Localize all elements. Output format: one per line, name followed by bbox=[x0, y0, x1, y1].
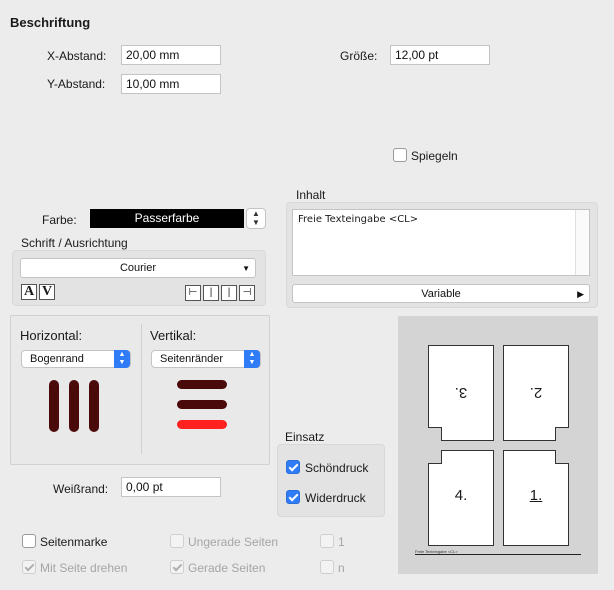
page-1-checkbox[interactable] bbox=[320, 534, 334, 548]
schoendruck-label: Schöndruck bbox=[305, 461, 369, 475]
horizontal-bar-right bbox=[89, 380, 99, 432]
horizontal-bar-left bbox=[49, 380, 59, 432]
chevron-down-icon: ▼ bbox=[252, 218, 260, 227]
page-fold-icon bbox=[428, 427, 442, 441]
farbe-swatch[interactable]: Passerfarbe bbox=[90, 209, 244, 228]
schrift-group-label: Schrift / Ausrichtung bbox=[21, 236, 128, 250]
scrollbar[interactable] bbox=[575, 210, 589, 275]
inhalt-text: Freie Texteingabe <CL> bbox=[298, 214, 419, 225]
vertikal-popup[interactable]: Seitenränder ▲ ▼ bbox=[151, 350, 261, 368]
ungerade-seiten-label: Ungerade Seiten bbox=[188, 535, 279, 549]
page-number: 1. bbox=[529, 487, 543, 504]
page-n-label: n bbox=[338, 561, 345, 575]
style-v-button[interactable]: V bbox=[39, 284, 55, 300]
y-abstand-field[interactable]: 10,00 mm bbox=[121, 74, 221, 94]
ungerade-seiten-checkbox[interactable] bbox=[170, 534, 184, 548]
vertikal-bar-top bbox=[177, 380, 227, 389]
gerade-seiten-checkbox[interactable] bbox=[170, 560, 184, 574]
page-number: 2. bbox=[529, 384, 543, 401]
divider bbox=[141, 324, 142, 454]
alignment-buttons: ⊢ | | ⊣ bbox=[185, 284, 257, 301]
vertikal-value: Seitenränder bbox=[160, 353, 223, 365]
align-center-left-icon[interactable]: | bbox=[203, 285, 219, 301]
align-left-icon[interactable]: ⊢ bbox=[185, 285, 201, 301]
chevron-updown-icon: ▲ ▼ bbox=[114, 350, 130, 368]
widerdruck-checkbox[interactable] bbox=[286, 490, 300, 504]
page-1-label: 1 bbox=[338, 535, 345, 549]
chevron-right-icon: ▶ bbox=[577, 289, 584, 299]
page-number: 3. bbox=[454, 384, 468, 401]
spiegeln-label: Spiegeln bbox=[411, 149, 458, 163]
chevron-up-icon: ▲ bbox=[252, 209, 260, 218]
horizontal-popup[interactable]: Bogenrand ▲ ▼ bbox=[21, 350, 131, 368]
farbe-stepper[interactable]: ▲ ▼ bbox=[246, 208, 266, 229]
groesse-label: Größe: bbox=[340, 49, 378, 63]
weissrand-label: Weißrand: bbox=[53, 482, 109, 496]
font-value: Courier bbox=[119, 262, 157, 274]
preview-panel: 3. 2. 4. 1. Freie Texteingabe <CL> bbox=[398, 316, 598, 574]
align-center-right-icon[interactable]: | bbox=[221, 285, 237, 301]
page-number: 4. bbox=[454, 487, 468, 504]
einsatz-group: Schöndruck Widerdruck bbox=[277, 444, 385, 517]
preview-page-2: 2. bbox=[503, 345, 569, 441]
gerade-seiten-label: Gerade Seiten bbox=[188, 561, 266, 575]
section-title: Beschriftung bbox=[10, 15, 91, 30]
seitenmarke-label: Seitenmarke bbox=[40, 535, 108, 549]
inhalt-group: Freie Texteingabe <CL> Variable ▶ bbox=[286, 202, 598, 308]
font-popup[interactable]: Courier ▼ bbox=[20, 258, 256, 278]
page-fold-icon bbox=[428, 450, 442, 464]
farbe-label: Farbe: bbox=[42, 213, 77, 227]
horizontal-label: Horizontal: bbox=[20, 328, 83, 343]
style-a-button[interactable]: A bbox=[21, 284, 37, 300]
preview-line bbox=[415, 554, 581, 555]
horizontal-value: Bogenrand bbox=[30, 353, 84, 365]
vertikal-bar-bottom bbox=[177, 420, 227, 429]
schoendruck-checkbox[interactable] bbox=[286, 460, 300, 474]
variable-label: Variable bbox=[421, 288, 461, 300]
chevron-updown-icon: ▲ ▼ bbox=[244, 350, 260, 368]
position-group: Horizontal: Bogenrand ▲ ▼ Vertikal: Seite… bbox=[10, 315, 270, 465]
align-right-icon[interactable]: ⊣ bbox=[239, 285, 255, 301]
mit-seite-drehen-checkbox[interactable] bbox=[22, 560, 36, 574]
y-abstand-label: Y-Abstand: bbox=[47, 77, 106, 91]
x-abstand-label: X-Abstand: bbox=[47, 49, 107, 63]
seitenmarke-checkbox[interactable] bbox=[22, 534, 36, 548]
x-abstand-field[interactable]: 20,00 mm bbox=[121, 45, 221, 65]
inhalt-textarea[interactable]: Freie Texteingabe <CL> bbox=[292, 209, 590, 276]
variable-popup[interactable]: Variable ▶ bbox=[292, 284, 590, 303]
groesse-field[interactable]: 12,00 pt bbox=[390, 45, 490, 65]
preview-page-4: 4. bbox=[428, 450, 494, 546]
mit-seite-drehen-label: Mit Seite drehen bbox=[40, 561, 128, 575]
page-fold-icon bbox=[555, 450, 569, 464]
page-fold-icon bbox=[555, 427, 569, 441]
spiegeln-checkbox[interactable] bbox=[393, 148, 407, 162]
vertikal-label: Vertikal: bbox=[150, 328, 197, 343]
chevron-down-icon: ▼ bbox=[242, 264, 250, 273]
einsatz-group-label: Einsatz bbox=[285, 430, 325, 444]
vertikal-bar-middle bbox=[177, 400, 227, 409]
page-n-checkbox[interactable] bbox=[320, 560, 334, 574]
inhalt-group-label: Inhalt bbox=[296, 188, 326, 202]
horizontal-bar-middle bbox=[69, 380, 79, 432]
schrift-group: Courier ▼ A V ⊢ | | ⊣ bbox=[12, 250, 266, 306]
weissrand-field[interactable]: 0,00 pt bbox=[121, 477, 221, 497]
preview-page-1: 1. bbox=[503, 450, 569, 546]
widerdruck-label: Widerdruck bbox=[305, 491, 366, 505]
preview-page-3: 3. bbox=[428, 345, 494, 441]
